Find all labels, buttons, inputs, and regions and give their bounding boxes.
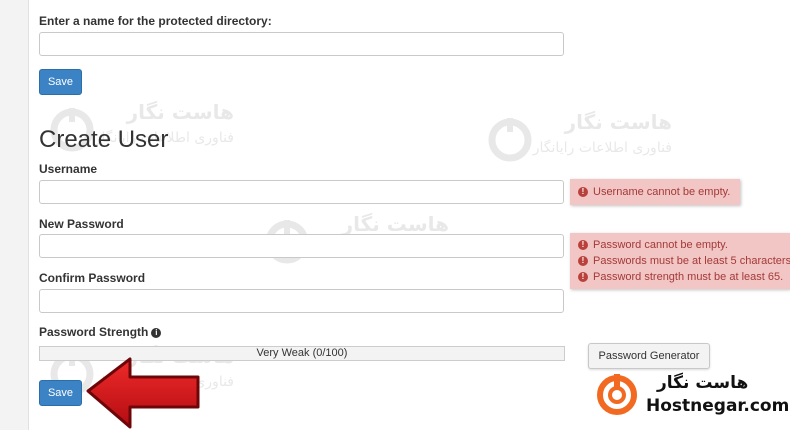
error-circle-icon: ! [578, 240, 588, 250]
password-error-alert: ! Password cannot be empty. ! Passwords … [570, 233, 790, 289]
error-circle-icon: ! [578, 256, 588, 266]
brand-name-fa: هاست نگار [657, 373, 749, 393]
error-circle-icon: ! [578, 187, 588, 197]
username-input[interactable] [39, 180, 564, 204]
confirm-password-label: Confirm Password [39, 271, 146, 285]
error-line: ! Username cannot be empty. [578, 184, 732, 200]
confirm-password-input[interactable] [39, 289, 564, 313]
username-label: Username [39, 162, 98, 176]
info-icon[interactable]: i [151, 328, 162, 338]
create-user-title: Create User [39, 126, 169, 153]
watermark-logo-icon [488, 118, 532, 162]
password-strength-label: Password Strength i [39, 325, 162, 339]
red-arrow [86, 357, 200, 429]
password-generator-button[interactable]: Password Generator [588, 343, 710, 369]
watermark: هاست نگار فناوری اطلاعات رایانگار [488, 110, 718, 170]
error-line: ! Passwords must be at least 5 character… [578, 253, 790, 269]
error-line: ! Password strength must be at least 65. [578, 269, 783, 285]
protected-dir-input[interactable] [39, 32, 564, 56]
left-gutter [0, 0, 29, 430]
new-password-input[interactable] [39, 234, 564, 258]
hostnegar-logo-icon [597, 374, 637, 415]
create-user-save-button[interactable]: Save [39, 380, 82, 406]
brand-name-en: Hostnegar.com [646, 396, 790, 416]
new-password-label: New Password [39, 217, 124, 231]
protected-dir-label: Enter a name for the protected directory… [39, 14, 272, 28]
error-circle-icon: ! [578, 272, 588, 282]
error-line: ! Password cannot be empty. [578, 237, 782, 253]
strength-text: Very Weak (0/100) [256, 347, 348, 359]
protected-dir-save-button[interactable]: Save [39, 69, 82, 95]
username-error-alert: ! Username cannot be empty. [570, 179, 740, 205]
